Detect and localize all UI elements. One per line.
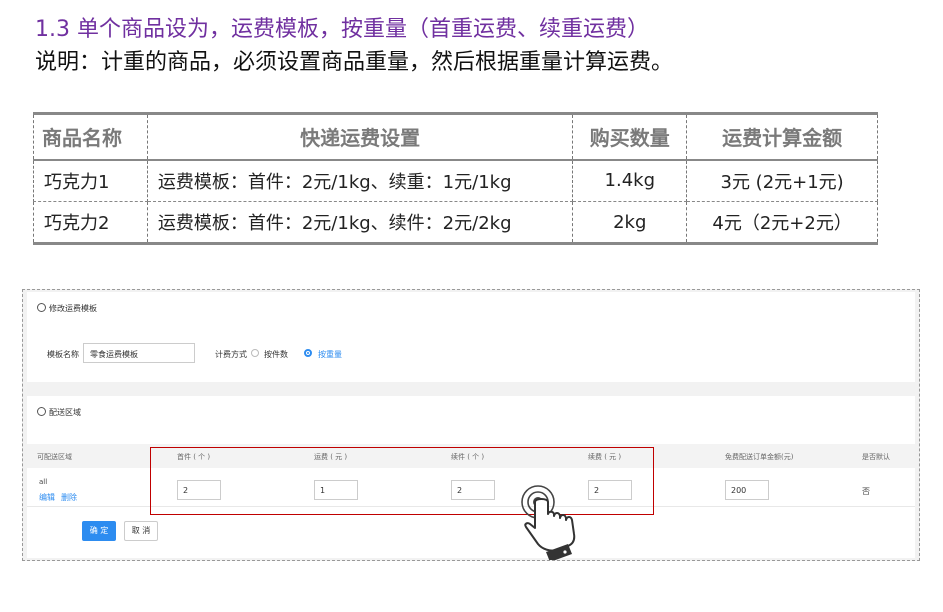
- cell-fee-amount: 4元（2元+2元）: [686, 201, 878, 245]
- cell-product-name: 巧克力2: [33, 201, 148, 245]
- header-quantity: 购买数量: [572, 112, 688, 161]
- radio-by-weight-label[interactable]: 按重量: [318, 349, 342, 360]
- is-default-value: 否: [862, 487, 870, 496]
- edit-panel-title: 修改运费模板: [37, 303, 97, 314]
- cell-shipping-setting: 运费模板：首件：2元/1kg、续件：2元/2kg: [146, 201, 574, 245]
- section-icon: [37, 303, 46, 312]
- cell-quantity: 1.4kg: [572, 159, 688, 202]
- cancel-button[interactable]: 取 消: [124, 521, 158, 541]
- page-heading: 1.3 单个商品设为，运费模板，按重量（首重运费、续重运费）: [35, 17, 649, 42]
- confirm-button[interactable]: 确 定: [82, 521, 116, 541]
- header-fee-amount: 运费计算金额: [686, 112, 878, 161]
- radio-by-count[interactable]: [251, 349, 259, 357]
- edit-link[interactable]: 编辑: [39, 492, 55, 503]
- cell-product-name: 巧克力1: [33, 159, 148, 202]
- radio-by-count-label[interactable]: 按件数: [264, 349, 288, 360]
- table-row: 巧克力2 运费模板：首件：2元/1kg、续件：2元/2kg 2kg 4元（2元+…: [33, 201, 878, 245]
- delete-link[interactable]: 删除: [61, 492, 77, 503]
- edit-template-panel: 修改运费模板 模板名称 零食运费模板 计费方式 按件数 按重量: [27, 292, 915, 382]
- radio-by-weight[interactable]: [304, 349, 312, 357]
- col-region: 可配送区域: [37, 453, 72, 461]
- col-free-amount: 免费配送订单金额(元): [725, 453, 794, 461]
- section-icon: [37, 407, 46, 416]
- cell-shipping-setting: 运费模板：首件：2元/1kg、续重：1元/1kg: [146, 159, 574, 202]
- cell-fee-amount: 3元 (2元+1元): [686, 159, 878, 202]
- table-row: 巧克力1 运费模板：首件：2元/1kg、续重：1元/1kg 1.4kg 3元 (…: [33, 159, 878, 202]
- header-product-name: 商品名称: [33, 112, 148, 161]
- region-value: all: [39, 478, 48, 486]
- free-amount-input[interactable]: 200: [725, 480, 769, 500]
- template-name-label: 模板名称: [47, 350, 79, 359]
- shipping-summary-table: 商品名称 快递运费设置 购买数量 运费计算金额 巧克力1 运费模板：首件：2元/…: [33, 112, 878, 245]
- embedded-screenshot: 修改运费模板 模板名称 零食运费模板 计费方式 按件数 按重量 配送区域 可配送…: [22, 289, 920, 561]
- billing-method-label: 计费方式: [215, 350, 247, 359]
- template-name-input[interactable]: 零食运费模板: [83, 343, 195, 363]
- pointing-hand-icon: [521, 485, 576, 560]
- cell-quantity: 2kg: [572, 201, 688, 245]
- page-description: 说明：计重的商品，必须设置商品重量，然后根据重量计算运费。: [35, 50, 674, 75]
- col-is-default: 是否默认: [862, 453, 890, 461]
- table-header-row: 商品名称 快递运费设置 购买数量 运费计算金额: [33, 112, 878, 161]
- region-panel-title: 配送区域: [37, 407, 81, 418]
- header-shipping-setting: 快递运费设置: [146, 112, 574, 161]
